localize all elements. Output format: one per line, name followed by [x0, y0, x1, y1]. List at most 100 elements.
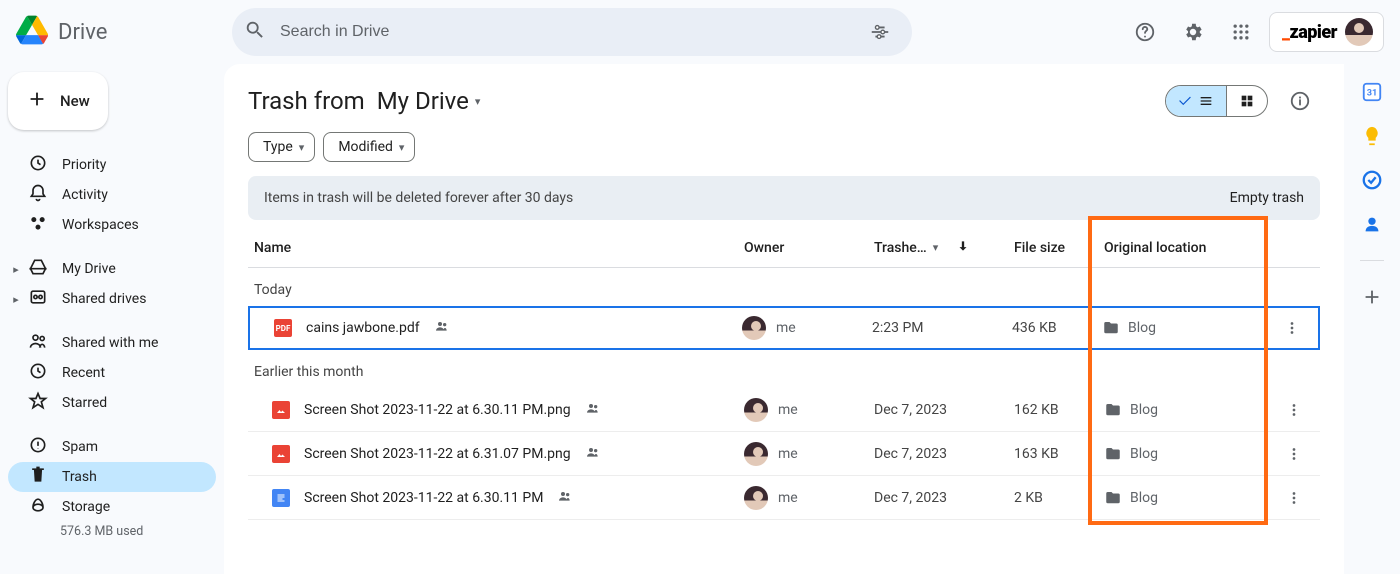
owner-name: me: [778, 490, 798, 506]
search-bar[interactable]: [232, 8, 912, 56]
my-drive-icon: [28, 257, 48, 281]
empty-trash-button[interactable]: Empty trash: [1230, 190, 1304, 206]
sidebar-item-priority[interactable]: Priority: [8, 150, 216, 180]
col-name-header[interactable]: Name: [254, 240, 744, 256]
info-icon[interactable]: [1280, 81, 1320, 121]
owner-avatar: [744, 486, 768, 510]
expand-icon[interactable]: ▸: [10, 263, 22, 276]
filter-modified-chip[interactable]: Modified ▾: [323, 132, 415, 162]
tasks-app-icon[interactable]: [1360, 168, 1384, 192]
avatar: [1345, 18, 1373, 46]
filter-type-chip[interactable]: Type ▾: [248, 132, 315, 162]
trashed-date: 2:23 PM: [872, 320, 1012, 336]
sidebar-item-label: Shared with me: [62, 335, 158, 351]
trash-banner: Items in trash will be deleted forever a…: [248, 176, 1320, 220]
brand-name: Drive: [58, 20, 107, 45]
drive-brand[interactable]: Drive: [16, 14, 224, 50]
original-location[interactable]: Blog: [1104, 401, 1274, 419]
search-input[interactable]: [278, 22, 848, 42]
sidebar-item-recent[interactable]: Recent: [8, 358, 216, 388]
trash-icon: [28, 465, 48, 489]
storage-icon: [28, 495, 48, 519]
owner-name: me: [778, 402, 798, 418]
contacts-app-icon[interactable]: [1360, 212, 1384, 236]
docs-file-icon: [272, 489, 290, 507]
shared-icon: [557, 488, 573, 508]
new-button-label: New: [60, 92, 90, 110]
view-toggle: [1165, 85, 1268, 117]
chevron-down-icon: ▾: [475, 95, 481, 108]
table-row[interactable]: PDFcains jawbone.pdfme2:23 PM436 KBBlog: [248, 306, 1320, 350]
apps-icon[interactable]: [1221, 12, 1261, 52]
sidebar-item-label: Workspaces: [62, 217, 139, 233]
table-row[interactable]: Screen Shot 2023-11-22 at 6.30.11 PM.png…: [248, 388, 1320, 432]
scope-label: My Drive: [377, 87, 469, 115]
sidebar-item-starred[interactable]: Starred: [8, 388, 216, 418]
owner-name: me: [778, 446, 798, 462]
pdf-file-icon: PDF: [274, 319, 292, 337]
image-file-icon: [272, 401, 290, 419]
chip-label: Type: [263, 139, 293, 155]
more-actions-button[interactable]: [1274, 445, 1314, 463]
sidebar-item-label: Shared drives: [62, 291, 146, 307]
help-icon[interactable]: [1125, 12, 1165, 52]
sidebar-item-shared-with-me[interactable]: Shared with me: [8, 328, 216, 358]
col-trashed-header[interactable]: Trashe… ▾: [874, 239, 1014, 257]
scope-dropdown[interactable]: My Drive ▾: [377, 87, 481, 115]
owner-name: me: [776, 320, 796, 336]
calendar-app-icon[interactable]: 31: [1360, 80, 1384, 104]
col-location-header[interactable]: Original location: [1104, 240, 1274, 256]
shared-icon: [434, 318, 450, 338]
chevron-down-icon: ▾: [933, 241, 939, 254]
files-table: Name Owner Trashe… ▾ File size Original …: [248, 228, 1320, 520]
sidebar-item-label: Priority: [62, 157, 106, 173]
search-options-icon[interactable]: [860, 12, 900, 52]
side-panel: 31: [1344, 64, 1400, 574]
original-location[interactable]: Blog: [1102, 319, 1272, 337]
sidebar-item-trash[interactable]: Trash: [8, 462, 216, 492]
page-title-prefix: Trash from: [248, 87, 365, 115]
sidebar-item-my-drive[interactable]: ▸ My Drive: [8, 254, 216, 284]
chevron-down-icon: ▾: [399, 141, 405, 154]
shared-icon: [585, 400, 601, 420]
chevron-down-icon: ▾: [299, 141, 305, 154]
add-app-icon[interactable]: [1360, 285, 1384, 309]
original-location[interactable]: Blog: [1104, 445, 1274, 463]
file-name: Screen Shot 2023-11-22 at 6.31.07 PM.png: [304, 446, 571, 462]
more-actions-button[interactable]: [1274, 401, 1314, 419]
more-actions-button[interactable]: [1272, 319, 1312, 337]
sidebar-item-workspaces[interactable]: Workspaces: [8, 210, 216, 240]
sidebar: New Priority Activity Workspaces ▸: [0, 64, 224, 574]
plus-icon: [26, 88, 48, 114]
table-row[interactable]: Screen Shot 2023-11-22 at 6.30.11 PMmeDe…: [248, 476, 1320, 520]
keep-app-icon[interactable]: [1360, 124, 1384, 148]
image-file-icon: [272, 445, 290, 463]
sidebar-item-shared-drives[interactable]: ▸ Shared drives: [8, 284, 216, 314]
col-owner-header[interactable]: Owner: [744, 240, 874, 256]
section-title: Today: [248, 268, 1320, 306]
priority-icon: [28, 153, 48, 177]
view-list-button[interactable]: [1166, 86, 1226, 116]
sidebar-item-storage[interactable]: Storage: [8, 492, 216, 522]
account-chip[interactable]: _zapier: [1269, 12, 1384, 52]
sidebar-item-activity[interactable]: Activity: [8, 180, 216, 210]
view-grid-button[interactable]: [1226, 86, 1267, 116]
table-row[interactable]: Screen Shot 2023-11-22 at 6.31.07 PM.png…: [248, 432, 1320, 476]
owner-avatar: [742, 316, 766, 340]
new-button[interactable]: New: [8, 72, 108, 130]
file-size: 2 KB: [1014, 490, 1104, 506]
storage-used-text: 576.3 MB used: [8, 522, 216, 539]
original-location[interactable]: Blog: [1104, 489, 1274, 507]
svg-text:31: 31: [1367, 89, 1378, 99]
file-size: 163 KB: [1014, 446, 1104, 462]
shared-drives-icon: [28, 287, 48, 311]
file-size: 162 KB: [1014, 402, 1104, 418]
expand-icon[interactable]: ▸: [10, 293, 22, 306]
sidebar-item-label: Activity: [62, 187, 108, 203]
settings-icon[interactable]: [1173, 12, 1213, 52]
col-size-header[interactable]: File size: [1014, 240, 1104, 256]
chip-label: Modified: [338, 139, 393, 155]
more-actions-button[interactable]: [1274, 489, 1314, 507]
sidebar-item-spam[interactable]: Spam: [8, 432, 216, 462]
sidebar-item-label: My Drive: [62, 261, 116, 277]
